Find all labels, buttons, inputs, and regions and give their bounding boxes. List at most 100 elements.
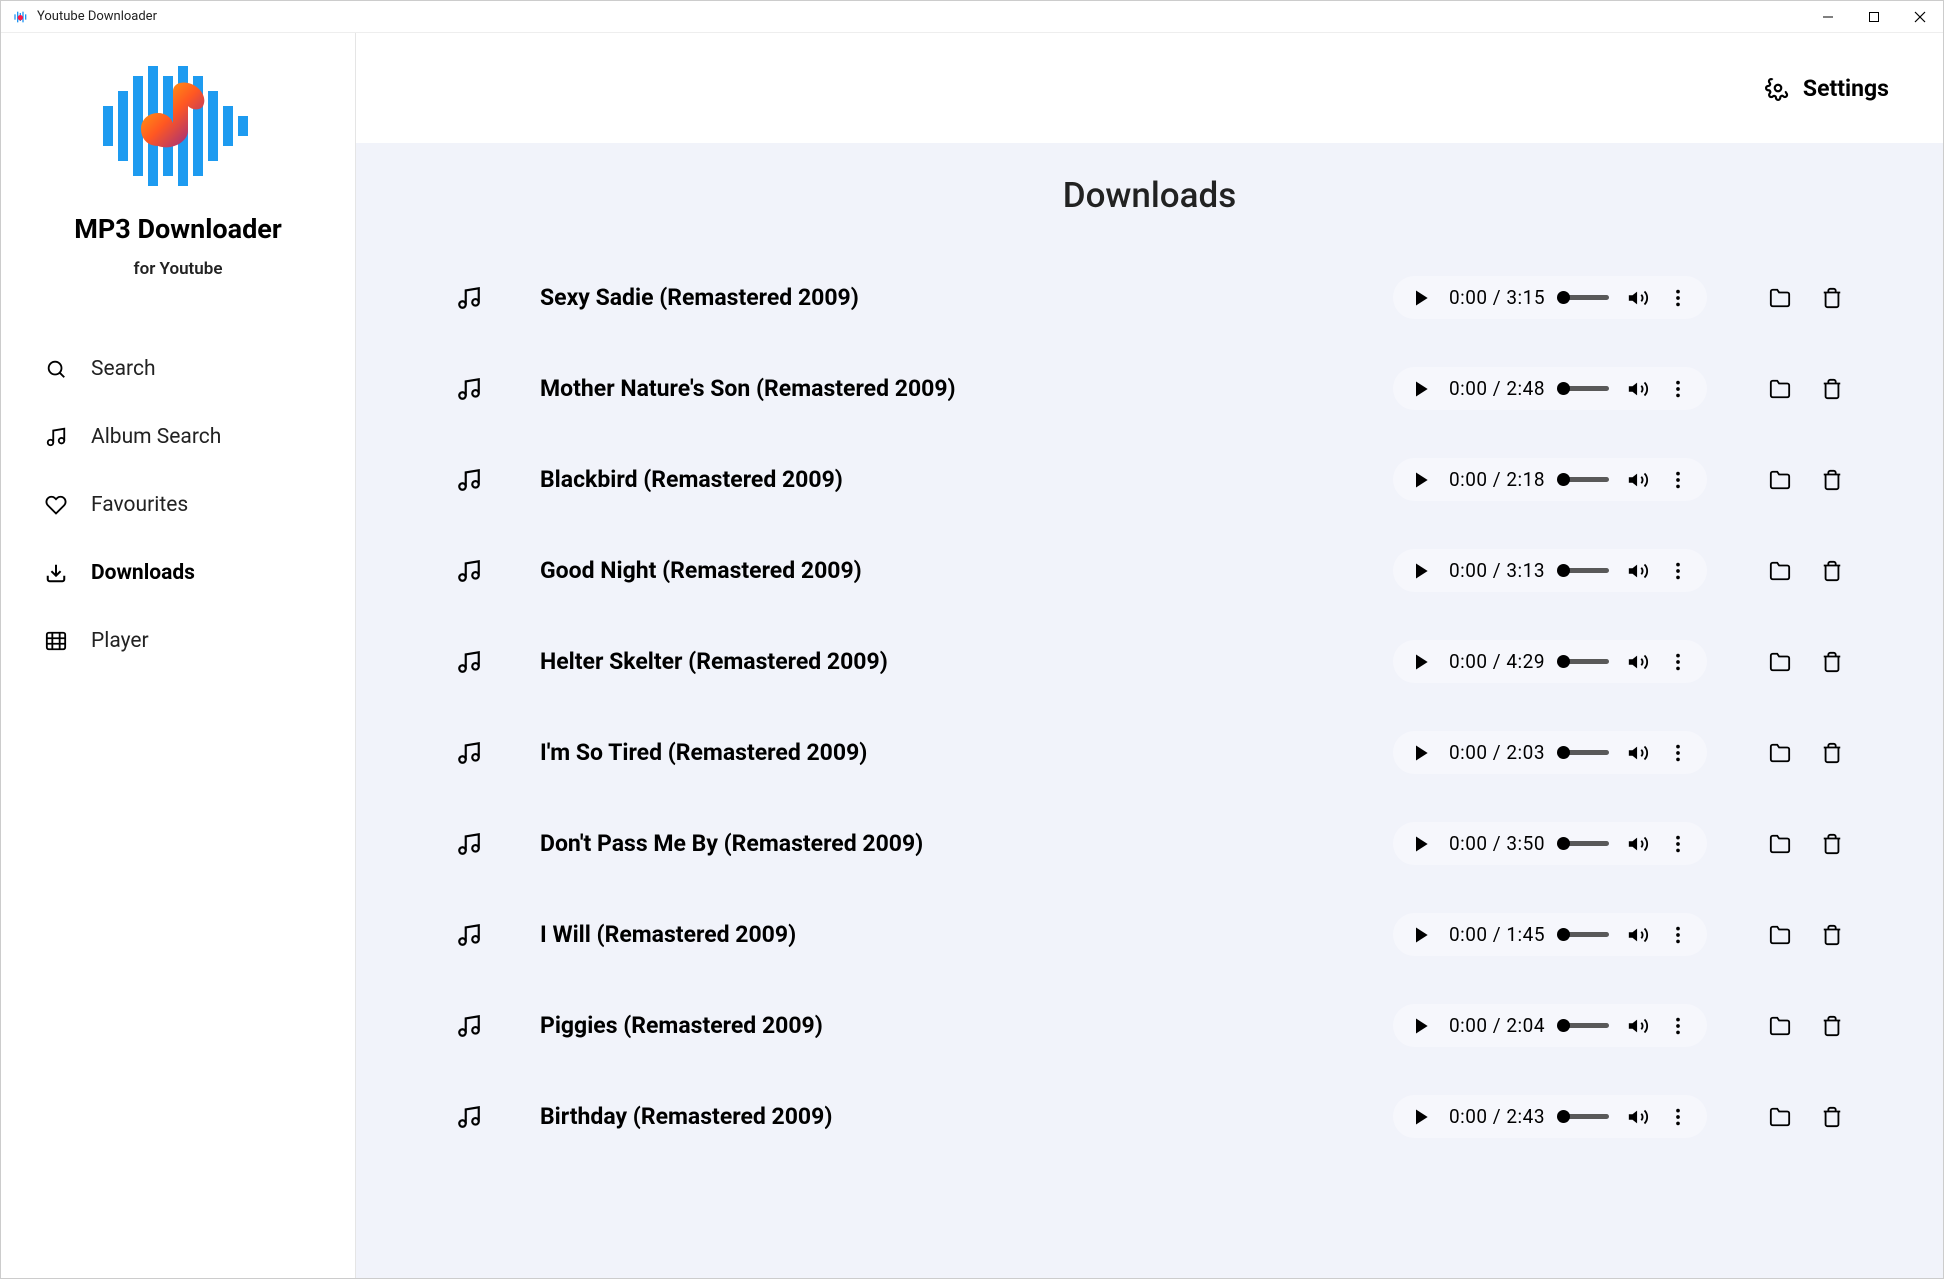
seek-slider[interactable] — [1563, 841, 1609, 846]
track-row: I Will (Remastered 2009)0:00 / 1:45 — [456, 889, 1843, 980]
play-icon[interactable] — [1411, 1016, 1431, 1036]
audio-player: 0:00 / 3:13 — [1393, 549, 1707, 592]
track-title: Birthday (Remastered 2009) — [540, 1103, 1393, 1130]
trash-icon[interactable] — [1821, 1106, 1843, 1128]
folder-icon[interactable] — [1769, 924, 1791, 946]
volume-icon[interactable] — [1627, 560, 1649, 582]
sidebar-item-label: Player — [91, 629, 149, 653]
sidebar-item-favourites[interactable]: Favourites — [1, 471, 355, 539]
playback-time: 0:00 / 2:03 — [1449, 741, 1545, 764]
seek-slider[interactable] — [1563, 1114, 1609, 1119]
music-note-icon — [456, 467, 482, 493]
trash-icon[interactable] — [1821, 742, 1843, 764]
seek-slider[interactable] — [1563, 932, 1609, 937]
seek-slider[interactable] — [1563, 295, 1609, 300]
volume-icon[interactable] — [1627, 833, 1649, 855]
play-icon[interactable] — [1411, 470, 1431, 490]
seek-slider[interactable] — [1563, 1023, 1609, 1028]
sidebar-item-label: Album Search — [91, 425, 221, 449]
play-icon[interactable] — [1411, 652, 1431, 672]
music-note-icon — [456, 922, 482, 948]
play-icon[interactable] — [1411, 743, 1431, 763]
trash-icon[interactable] — [1821, 378, 1843, 400]
folder-icon[interactable] — [1769, 742, 1791, 764]
music-note-icon — [456, 740, 482, 766]
folder-icon[interactable] — [1769, 833, 1791, 855]
volume-icon[interactable] — [1627, 742, 1649, 764]
sidebar-item-album-search[interactable]: Album Search — [1, 403, 355, 471]
play-icon[interactable] — [1411, 834, 1431, 854]
volume-icon[interactable] — [1627, 924, 1649, 946]
folder-icon[interactable] — [1769, 1015, 1791, 1037]
track-row: Good Night (Remastered 2009)0:00 / 3:13 — [456, 525, 1843, 616]
more-icon[interactable] — [1667, 378, 1689, 400]
volume-icon[interactable] — [1627, 1106, 1649, 1128]
maximize-button[interactable] — [1851, 1, 1897, 33]
trash-icon[interactable] — [1821, 469, 1843, 491]
folder-icon[interactable] — [1769, 469, 1791, 491]
play-icon[interactable] — [1411, 561, 1431, 581]
downloads-icon — [45, 562, 67, 584]
trash-icon[interactable] — [1821, 560, 1843, 582]
page-title: Downloads — [356, 175, 1943, 216]
music-note-icon — [456, 285, 482, 311]
track-title: Mother Nature's Son (Remastered 2009) — [540, 375, 1393, 402]
folder-icon[interactable] — [1769, 1106, 1791, 1128]
minimize-button[interactable] — [1805, 1, 1851, 33]
window-title: Youtube Downloader — [37, 9, 157, 24]
sidebar-item-downloads[interactable]: Downloads — [1, 539, 355, 607]
search-icon — [45, 358, 67, 380]
folder-icon[interactable] — [1769, 560, 1791, 582]
folder-icon[interactable] — [1769, 378, 1791, 400]
volume-icon[interactable] — [1627, 287, 1649, 309]
seek-slider[interactable] — [1563, 386, 1609, 391]
more-icon[interactable] — [1667, 560, 1689, 582]
close-button[interactable] — [1897, 1, 1943, 33]
more-icon[interactable] — [1667, 1015, 1689, 1037]
seek-slider[interactable] — [1563, 750, 1609, 755]
play-icon[interactable] — [1411, 1107, 1431, 1127]
audio-player: 0:00 / 2:03 — [1393, 731, 1707, 774]
trash-icon[interactable] — [1821, 833, 1843, 855]
trash-icon[interactable] — [1821, 924, 1843, 946]
more-icon[interactable] — [1667, 651, 1689, 673]
audio-player: 0:00 / 3:15 — [1393, 276, 1707, 319]
sidebar-item-search[interactable]: Search — [1, 335, 355, 403]
seek-slider[interactable] — [1563, 568, 1609, 573]
more-icon[interactable] — [1667, 469, 1689, 491]
sidebar-item-player[interactable]: Player — [1, 607, 355, 675]
more-icon[interactable] — [1667, 833, 1689, 855]
playback-time: 0:00 / 3:13 — [1449, 559, 1545, 582]
seek-slider[interactable] — [1563, 659, 1609, 664]
folder-icon[interactable] — [1769, 651, 1791, 673]
content-area: Downloads Sexy Sadie (Remastered 2009)0:… — [356, 143, 1943, 1278]
play-icon[interactable] — [1411, 925, 1431, 945]
audio-player: 0:00 / 1:45 — [1393, 913, 1707, 956]
trash-icon[interactable] — [1821, 1015, 1843, 1037]
more-icon[interactable] — [1667, 1106, 1689, 1128]
app-icon — [13, 9, 29, 25]
more-icon[interactable] — [1667, 742, 1689, 764]
volume-icon[interactable] — [1627, 1015, 1649, 1037]
music-note-icon — [456, 376, 482, 402]
seek-slider[interactable] — [1563, 477, 1609, 482]
music-note-icon — [456, 1104, 482, 1130]
player-icon — [45, 630, 67, 652]
volume-icon[interactable] — [1627, 378, 1649, 400]
app-logo — [93, 61, 263, 191]
track-row: Birthday (Remastered 2009)0:00 / 2:43 — [456, 1071, 1843, 1162]
trash-icon[interactable] — [1821, 651, 1843, 673]
track-title: Piggies (Remastered 2009) — [540, 1012, 1393, 1039]
volume-icon[interactable] — [1627, 651, 1649, 673]
settings-button[interactable]: Settings — [1765, 75, 1889, 102]
music-note-icon — [456, 558, 482, 584]
play-icon[interactable] — [1411, 288, 1431, 308]
more-icon[interactable] — [1667, 287, 1689, 309]
volume-icon[interactable] — [1627, 469, 1649, 491]
gear-icon — [1765, 75, 1791, 101]
trash-icon[interactable] — [1821, 287, 1843, 309]
play-icon[interactable] — [1411, 379, 1431, 399]
audio-player: 0:00 / 2:04 — [1393, 1004, 1707, 1047]
folder-icon[interactable] — [1769, 287, 1791, 309]
more-icon[interactable] — [1667, 924, 1689, 946]
